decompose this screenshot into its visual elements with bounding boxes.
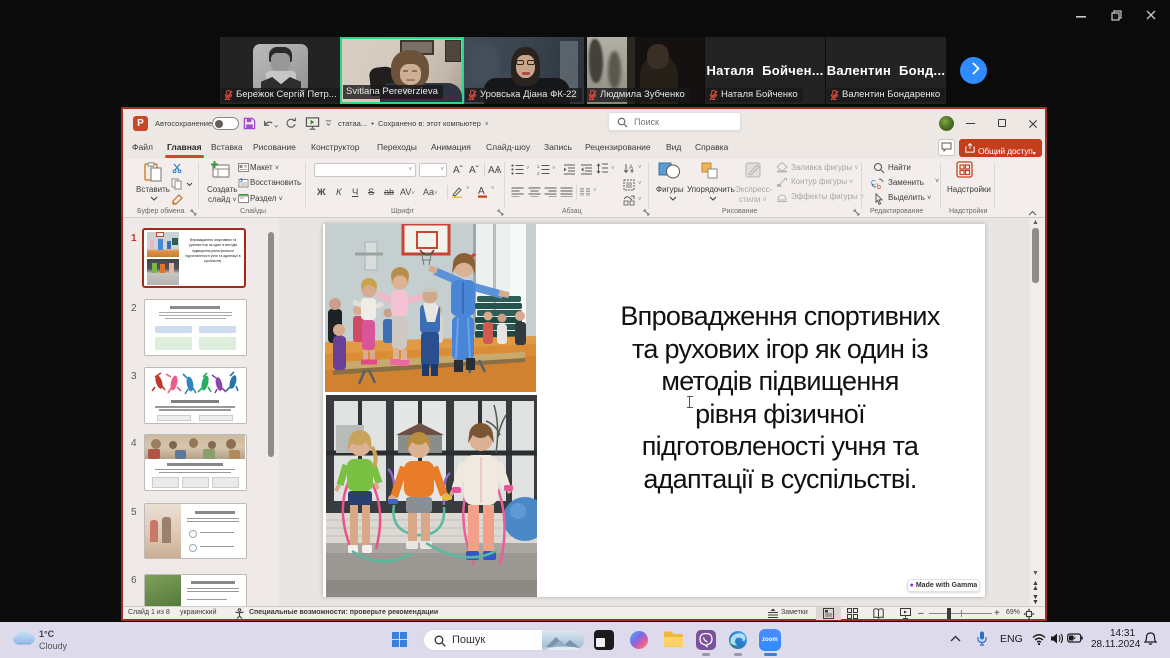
svg-text:b: b <box>877 184 881 190</box>
svg-text:1: 1 <box>537 164 540 169</box>
svg-text:2: 2 <box>537 171 540 175</box>
svg-text:A: A <box>478 186 485 197</box>
svg-text:С: С <box>871 180 876 187</box>
